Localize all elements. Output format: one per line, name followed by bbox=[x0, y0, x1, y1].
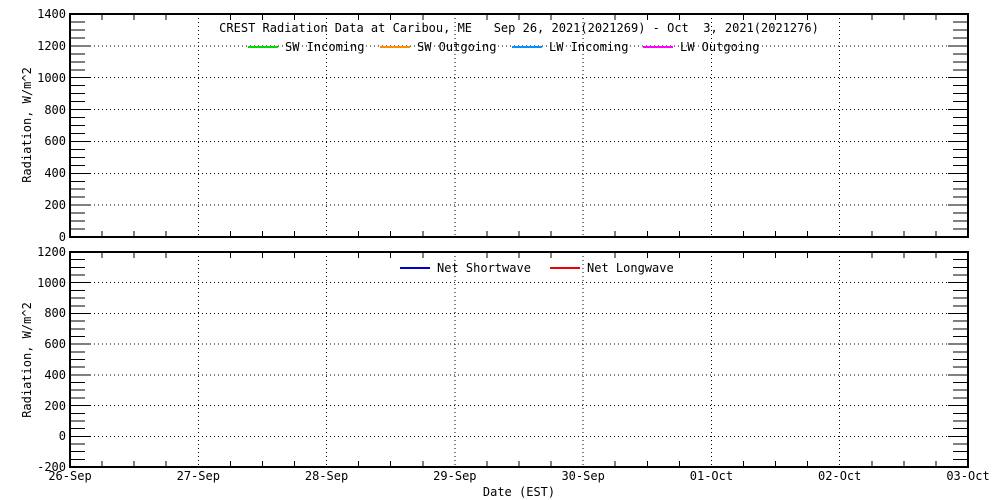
legend-item-lw-incoming: LW Incoming bbox=[512, 40, 628, 54]
x-tick-label: 01-Oct bbox=[690, 469, 733, 483]
y-tick-label: 200 bbox=[0, 399, 66, 413]
x-tick-label: 02-Oct bbox=[818, 469, 861, 483]
legend-label: SW Incoming bbox=[285, 40, 364, 54]
x-tick-label: 28-Sep bbox=[305, 469, 348, 483]
y-tick-label: 200 bbox=[0, 198, 66, 212]
y-tick-label: 1000 bbox=[0, 276, 66, 290]
legend-item-net-shortwave: Net Shortwave bbox=[400, 261, 531, 275]
y-axis-label-top: Radiation, W/m^2 bbox=[20, 45, 34, 205]
plot-box-bottom bbox=[70, 252, 968, 467]
y-tick-label: 800 bbox=[0, 103, 66, 117]
legend-item-net-longwave: Net Longwave bbox=[550, 261, 674, 275]
y-tick-label: 1200 bbox=[0, 39, 66, 53]
legend-label: Net Longwave bbox=[587, 261, 674, 275]
y-tick-label: 400 bbox=[0, 166, 66, 180]
y-tick-label: 1400 bbox=[0, 7, 66, 21]
legend-label: Net Shortwave bbox=[437, 261, 531, 275]
legend-line-swatch bbox=[400, 267, 430, 269]
chart-title: CREST Radiation Data at Caribou, ME Sep … bbox=[219, 21, 819, 35]
y-tick-label: 600 bbox=[0, 337, 66, 351]
legend-line-swatch bbox=[248, 46, 278, 48]
legend-line-swatch bbox=[512, 46, 542, 48]
radiation-chart-figure: CREST Radiation Data at Caribou, ME Sep … bbox=[0, 0, 1000, 500]
x-tick-label: 27-Sep bbox=[177, 469, 220, 483]
legend-label: LW Outgoing bbox=[680, 40, 759, 54]
x-tick-label: 30-Sep bbox=[561, 469, 604, 483]
y-tick-label: 1200 bbox=[0, 245, 66, 259]
legend-item-lw-outgoing: LW Outgoing bbox=[643, 40, 759, 54]
legend-item-sw-incoming: SW Incoming bbox=[248, 40, 364, 54]
x-tick-label: 03-Oct bbox=[946, 469, 989, 483]
y-tick-label: 800 bbox=[0, 306, 66, 320]
legend-line-swatch bbox=[550, 267, 580, 269]
y-tick-label: 0 bbox=[0, 230, 66, 244]
x-tick-label: 26-Sep bbox=[48, 469, 91, 483]
legend-label: SW Outgoing bbox=[417, 40, 496, 54]
legend-line-swatch bbox=[380, 46, 410, 48]
plot-canvas bbox=[0, 0, 1000, 500]
x-tick-label: 29-Sep bbox=[433, 469, 476, 483]
x-axis-label: Date (EST) bbox=[483, 485, 555, 499]
y-tick-label: 0 bbox=[0, 429, 66, 443]
y-tick-label: 600 bbox=[0, 134, 66, 148]
legend-label: LW Incoming bbox=[549, 40, 628, 54]
y-axis-label-bottom: Radiation, W/m^2 bbox=[20, 280, 34, 440]
y-tick-label: 1000 bbox=[0, 71, 66, 85]
legend-item-sw-outgoing: SW Outgoing bbox=[380, 40, 496, 54]
legend-line-swatch bbox=[643, 46, 673, 48]
y-tick-label: 400 bbox=[0, 368, 66, 382]
